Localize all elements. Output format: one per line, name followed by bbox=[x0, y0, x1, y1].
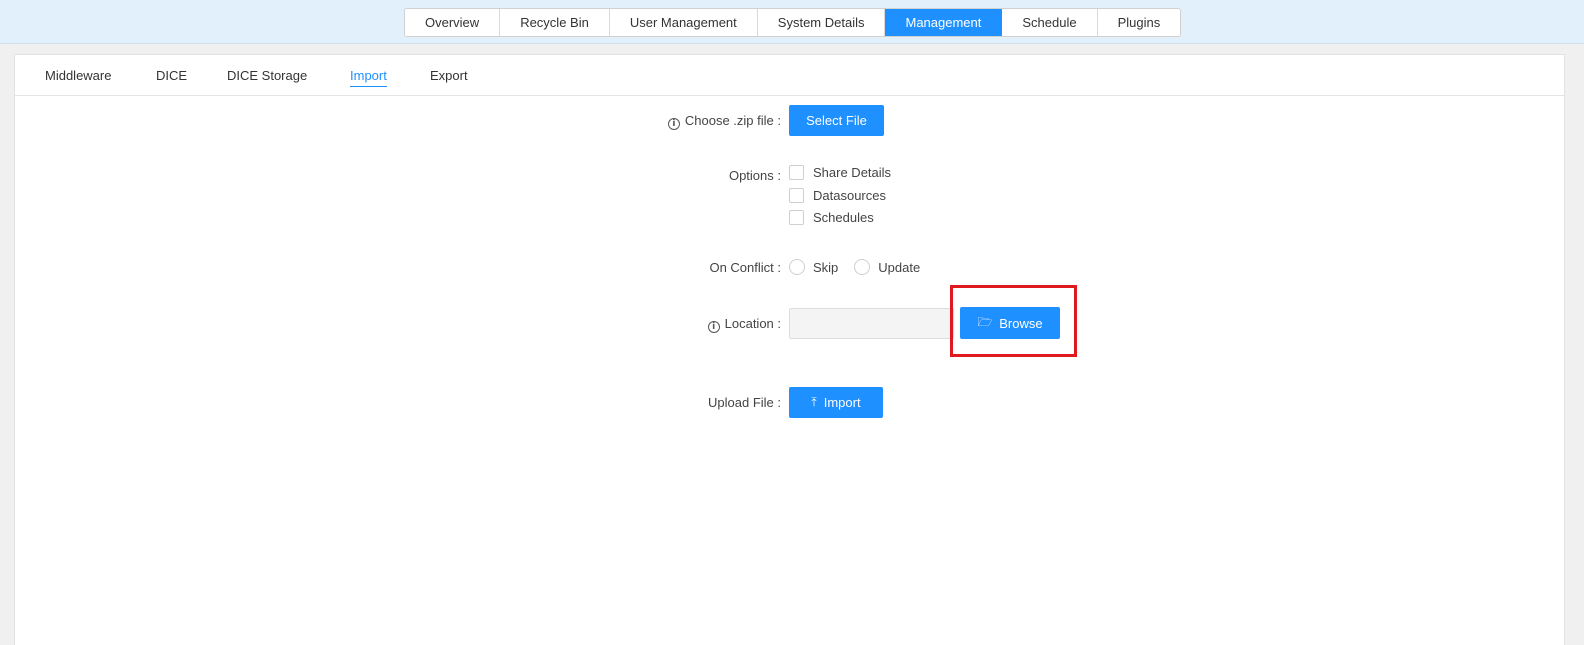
management-panel: Middleware DICE DICE Storage Import Expo… bbox=[14, 54, 1565, 645]
subtab-export[interactable]: Export bbox=[430, 68, 468, 86]
highlight-annotation bbox=[950, 285, 1077, 357]
select-file-label: Select File bbox=[806, 113, 867, 128]
subtab-dice-storage[interactable]: DICE Storage bbox=[227, 68, 307, 86]
datasources-checkbox[interactable] bbox=[789, 187, 804, 203]
on-conflict-label: On Conflict : bbox=[709, 260, 781, 275]
share-details-checkbox[interactable] bbox=[789, 164, 804, 180]
skip-label: Skip bbox=[813, 259, 839, 275]
info-circle-icon: i bbox=[667, 118, 680, 130]
option-share-details[interactable]: Share Details bbox=[789, 163, 891, 181]
option-datasources[interactable]: Datasources bbox=[789, 186, 886, 204]
tab-plugins[interactable]: Plugins bbox=[1097, 9, 1181, 36]
location-label: i Location : bbox=[707, 316, 781, 333]
choose-zip-text: Choose .zip file : bbox=[684, 113, 781, 128]
top-tab-group: Overview Recycle Bin User Management Sys… bbox=[404, 8, 1182, 37]
import-button[interactable]: ⤒ Import bbox=[789, 387, 883, 418]
update-label: Update bbox=[878, 259, 921, 275]
choose-zip-label: i Choose .zip file : bbox=[667, 113, 781, 130]
subtab-middleware[interactable]: Middleware bbox=[45, 68, 111, 86]
subtab-dice[interactable]: DICE bbox=[156, 68, 187, 86]
schedules-label: Schedules bbox=[813, 209, 874, 225]
select-file-button[interactable]: Select File bbox=[789, 105, 884, 136]
import-label: Import bbox=[823, 395, 861, 410]
on-conflict-radio-group: Skip Update bbox=[789, 258, 936, 276]
info-circle-icon: i bbox=[707, 321, 720, 333]
upload-file-label: Upload File : bbox=[708, 395, 781, 410]
tab-system-details[interactable]: System Details bbox=[757, 9, 886, 36]
tab-schedule[interactable]: Schedule bbox=[1002, 9, 1098, 36]
update-radio[interactable] bbox=[854, 259, 871, 275]
options-label: Options : bbox=[728, 168, 781, 183]
tab-management[interactable]: Management bbox=[885, 9, 1003, 36]
tab-overview[interactable]: Overview bbox=[405, 9, 501, 36]
top-navigation-bar: Overview Recycle Bin User Management Sys… bbox=[0, 0, 1584, 44]
skip-radio[interactable] bbox=[789, 259, 805, 275]
subtab-import[interactable]: Import bbox=[350, 68, 387, 87]
datasources-label: Datasources bbox=[813, 187, 886, 203]
option-schedules[interactable]: Schedules bbox=[789, 208, 874, 226]
share-details-label: Share Details bbox=[813, 164, 892, 180]
location-text: Location : bbox=[724, 316, 781, 331]
schedules-checkbox[interactable] bbox=[789, 209, 804, 225]
location-input[interactable] bbox=[789, 308, 954, 339]
tab-user-management[interactable]: User Management bbox=[609, 9, 758, 36]
upload-icon: ⤒ bbox=[811, 395, 817, 409]
sub-tab-bar: Middleware DICE DICE Storage Import Expo… bbox=[15, 55, 1564, 96]
tab-recycle-bin[interactable]: Recycle Bin bbox=[500, 9, 610, 36]
